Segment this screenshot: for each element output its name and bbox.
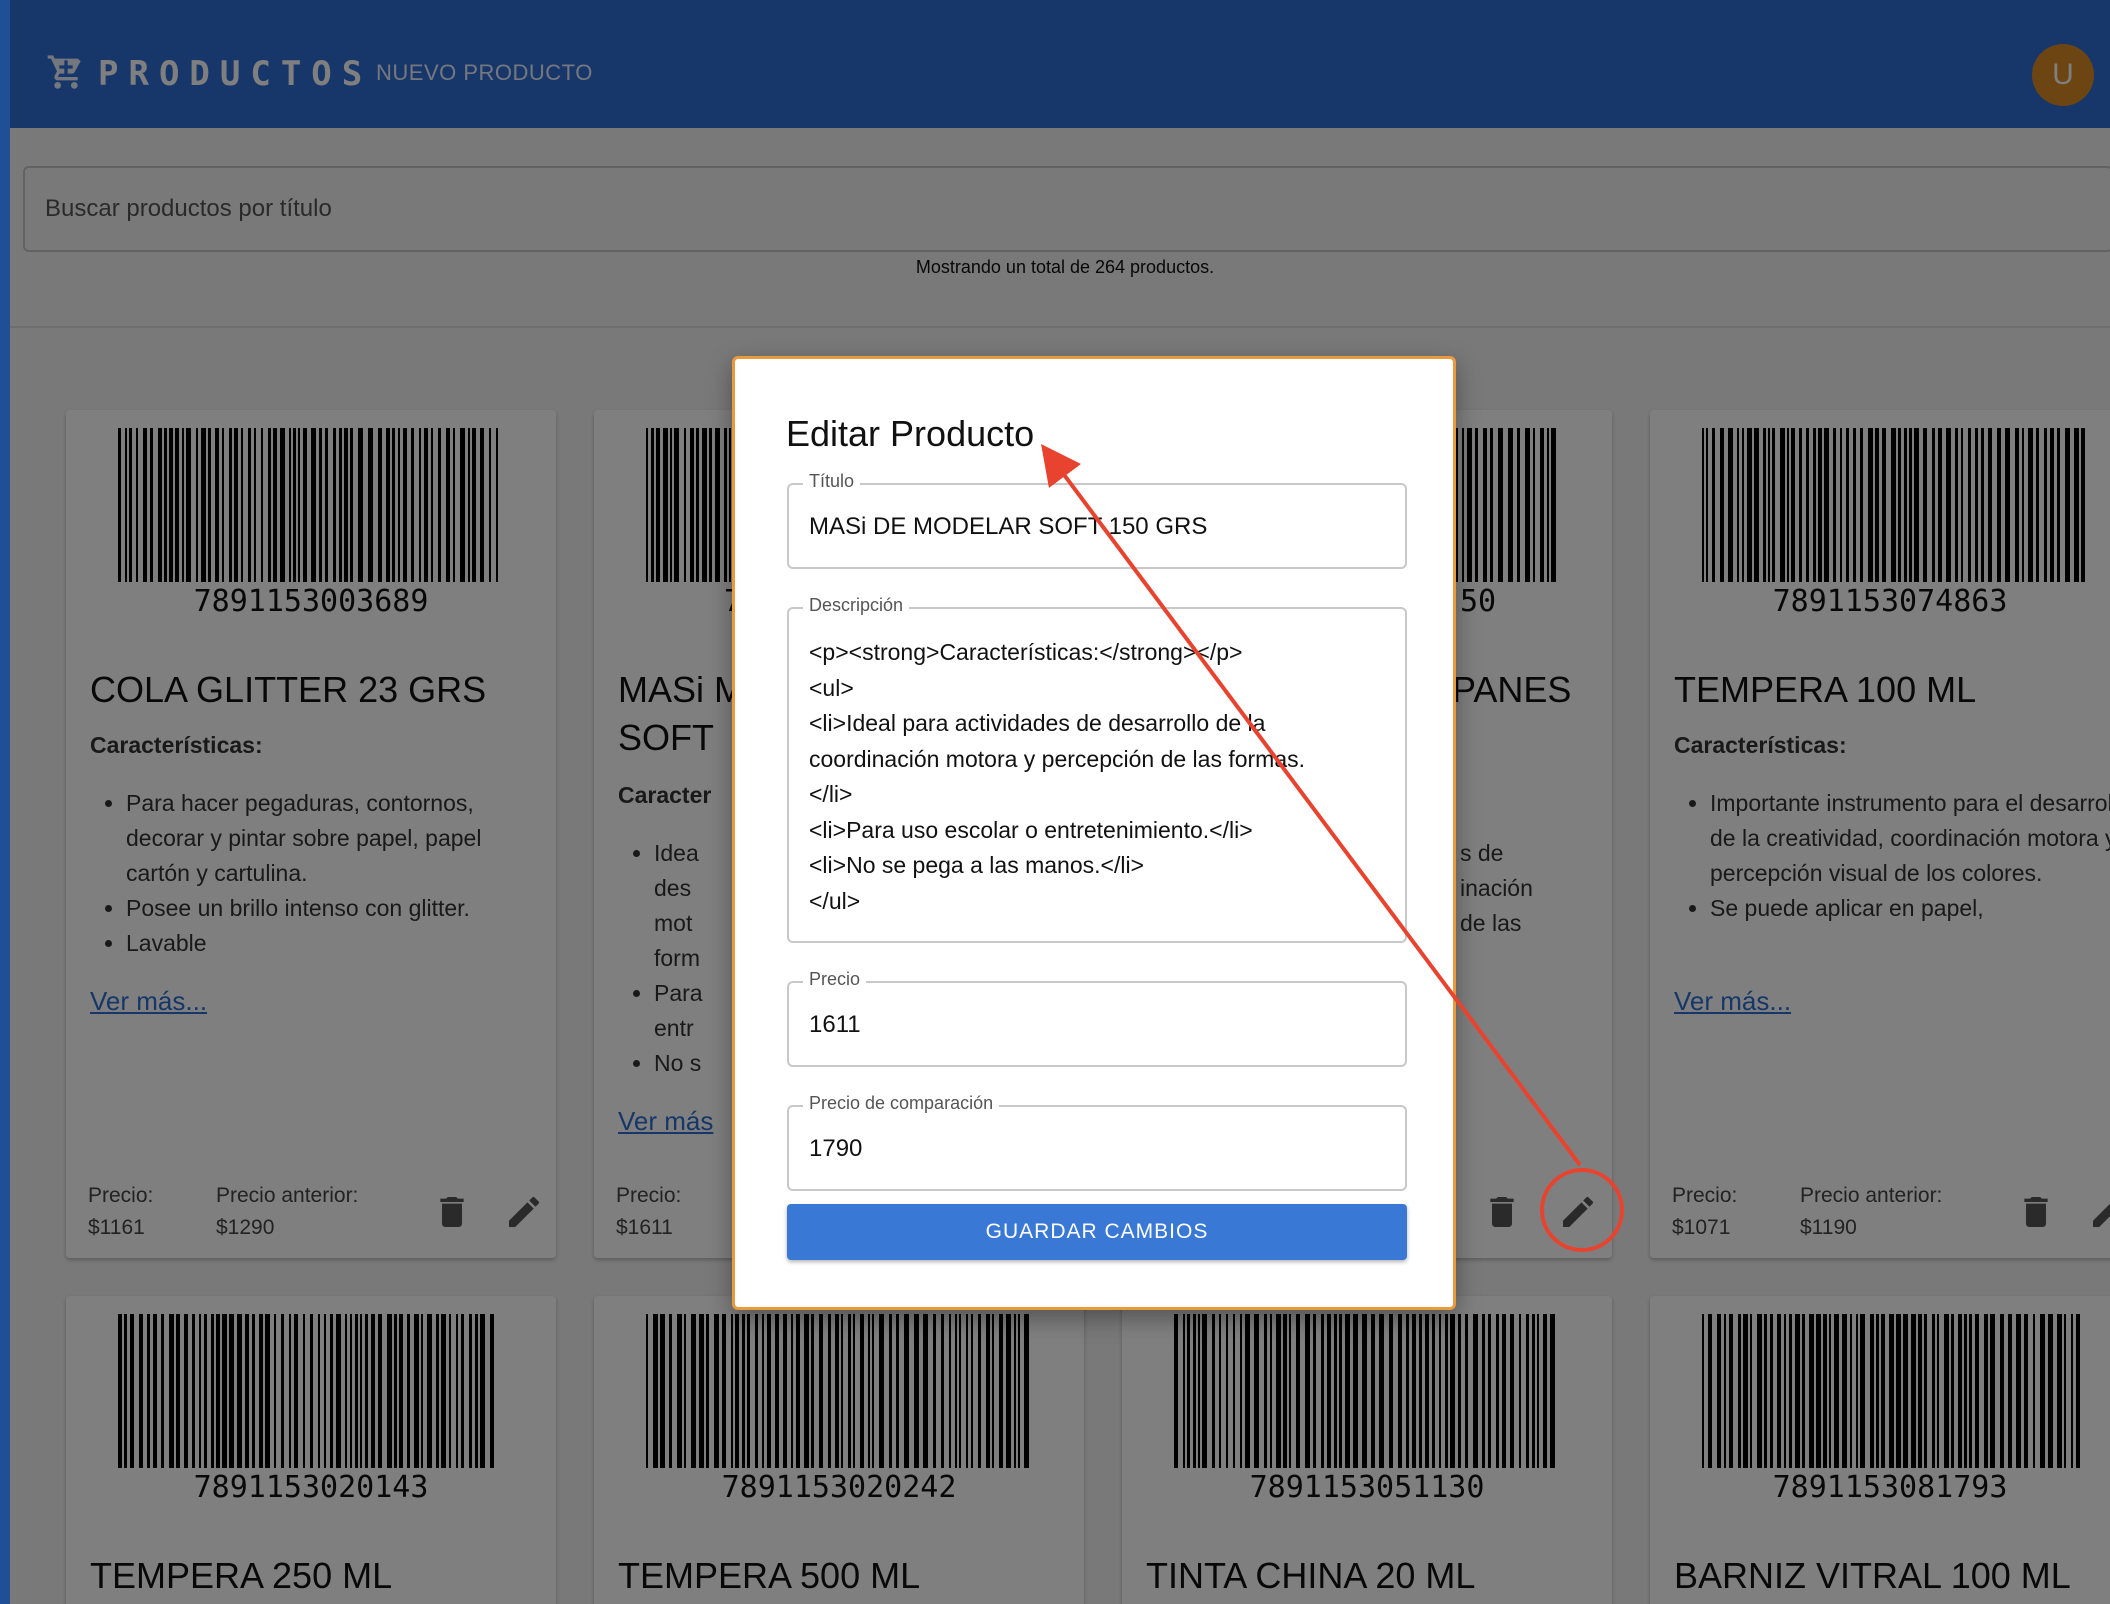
price-input[interactable]: 1611 [809, 1011, 861, 1039]
page: PRODUCTOS NUEVO PRODUCTO U Mostrando un … [0, 0, 2110, 1604]
save-changes-button[interactable]: GUARDAR CAMBIOS [787, 1204, 1407, 1260]
compare-price-field-label: Precio de comparación [803, 1093, 1000, 1114]
edit-product-dialog: Editar Producto Título MASi DE MODELAR S… [732, 356, 1456, 1310]
dialog-title: Editar Producto [786, 413, 1035, 454]
description-textarea[interactable]: <p><strong>Características:</strong></p>… [809, 635, 1391, 919]
price-field-label: Precio [803, 969, 867, 990]
compare-price-input[interactable]: 1790 [809, 1135, 862, 1163]
price-field[interactable]: Precio 1611 [787, 969, 1407, 1067]
description-field[interactable]: Descripción <p><strong>Características:<… [787, 595, 1407, 943]
title-field[interactable]: Título MASi DE MODELAR SOFT 150 GRS [787, 471, 1407, 569]
title-input[interactable]: MASi DE MODELAR SOFT 150 GRS [809, 513, 1207, 541]
title-field-label: Título [803, 471, 861, 492]
description-field-label: Descripción [803, 595, 910, 616]
compare-price-field[interactable]: Precio de comparación 1790 [787, 1093, 1407, 1191]
